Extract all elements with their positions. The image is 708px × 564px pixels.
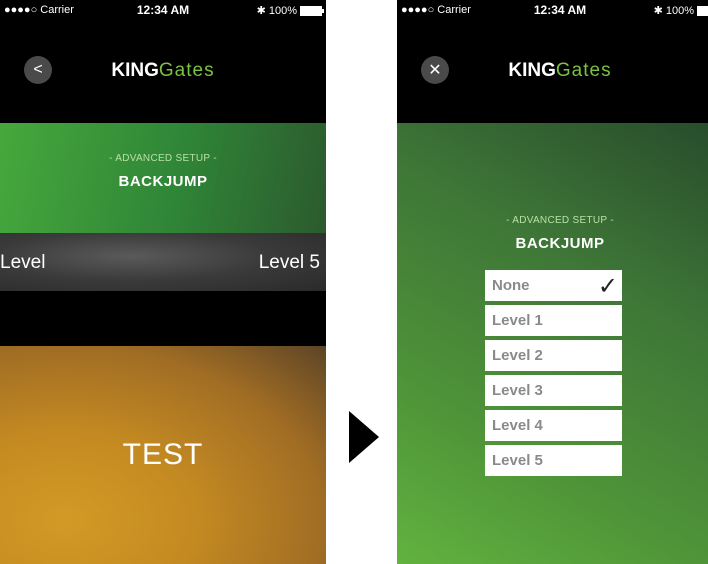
option-label: Level 5 [492, 452, 543, 469]
battery-icon [697, 5, 708, 16]
option-label: None [492, 277, 530, 294]
option-level-3[interactable]: Level 3 [485, 375, 622, 406]
logo-king: KING [508, 60, 556, 81]
section-label: - ADVANCED SETUP - [109, 153, 217, 164]
option-none[interactable]: None ✓ [485, 270, 622, 301]
test-button[interactable]: TEST [0, 346, 326, 564]
battery-icon [300, 5, 324, 16]
nav-bar: ✕ KINGGates [397, 20, 708, 123]
level-setting-row[interactable]: Level Level 5 [0, 233, 326, 291]
option-label: Level 4 [492, 417, 543, 434]
option-label: Level 2 [492, 347, 543, 364]
level-options-list: None ✓ Level 1 Level 2 Level 3 Level 4 L… [485, 270, 622, 480]
bluetooth-icon: ✱ [653, 5, 663, 17]
option-level-1[interactable]: Level 1 [485, 305, 622, 336]
battery-indicator: ✱ 100% [256, 4, 324, 17]
bluetooth-icon: ✱ [256, 5, 266, 17]
section-label: - ADVANCED SETUP - [506, 215, 614, 226]
phone-screen-right: ●●●●○ Carrier 12:34 AM ✱ 100% ✕ KINGGate… [397, 0, 708, 564]
option-level-4[interactable]: Level 4 [485, 410, 622, 441]
option-label: Level 1 [492, 312, 543, 329]
option-label: Level 3 [492, 382, 543, 399]
spacer [0, 291, 326, 346]
section-title: BACKJUMP [118, 173, 208, 190]
section-title: BACKJUMP [515, 235, 605, 252]
checkmark-icon: ✓ [597, 273, 618, 300]
app-logo: KINGGates [397, 60, 708, 82]
option-level-2[interactable]: Level 2 [485, 340, 622, 371]
section-header: - ADVANCED SETUP - BACKJUMP [0, 123, 326, 233]
phone-screen-left: ●●●●○ Carrier 12:34 AM ✱ 100% < KINGGate… [0, 0, 326, 564]
battery-percent: 100% [268, 4, 297, 17]
level-setting-label: Level [0, 252, 46, 273]
transition-arrow-icon [349, 411, 379, 463]
level-setting-value: Level 5 [258, 252, 320, 273]
battery-indicator: ✱ 100% [654, 4, 708, 17]
battery-percent: 100% [665, 4, 694, 17]
status-bar: ●●●●○ Carrier 12:34 AM ✱ 100% [0, 0, 326, 20]
logo-king: KING [111, 60, 159, 81]
logo-gates: Gates [158, 60, 215, 81]
option-level-5[interactable]: Level 5 [485, 445, 622, 476]
nav-bar: < KINGGates [0, 20, 326, 123]
logo-gates: Gates [555, 60, 612, 81]
app-logo: KINGGates [0, 60, 326, 82]
status-bar: ●●●●○ Carrier 12:34 AM ✱ 100% [397, 0, 708, 20]
